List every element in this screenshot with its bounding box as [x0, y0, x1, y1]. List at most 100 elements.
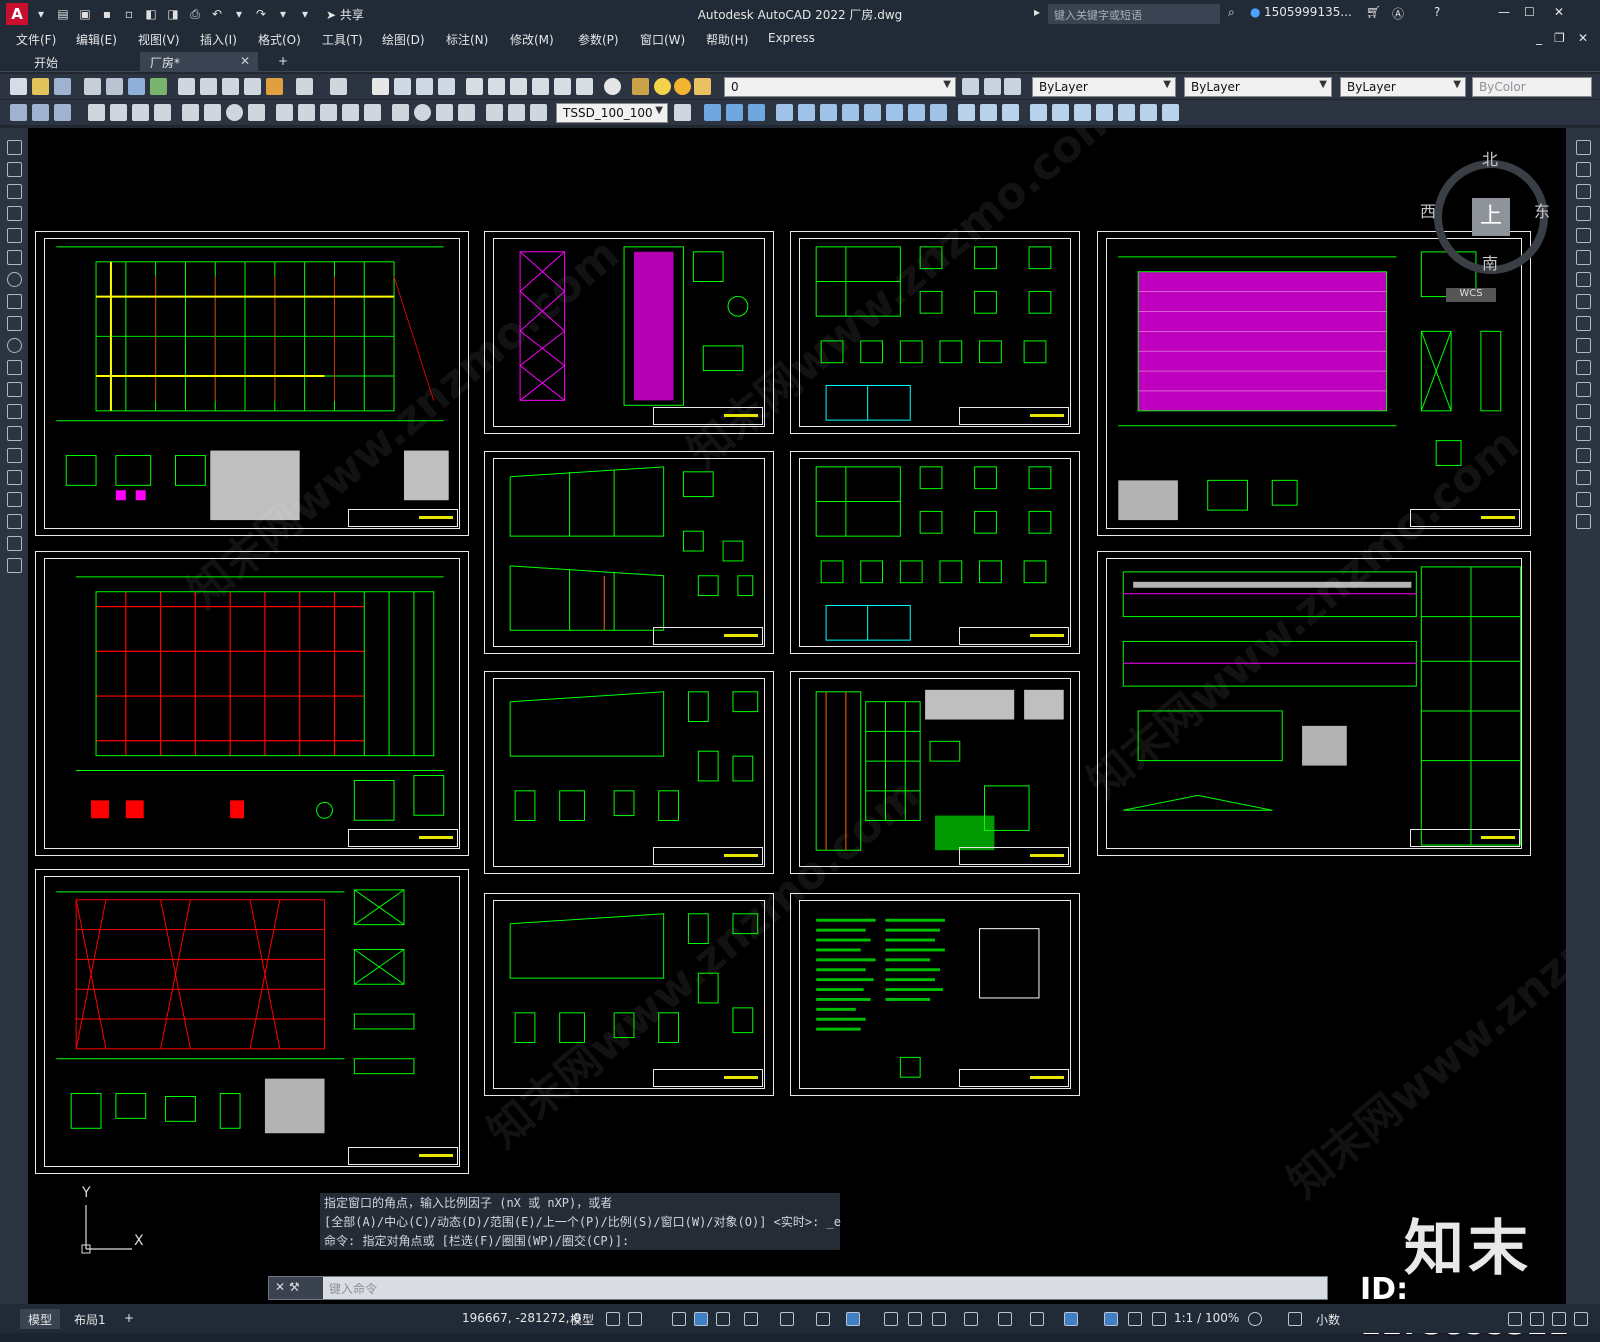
command-input[interactable]: 键入命令 — [329, 1280, 1229, 1297]
doc-close-icon[interactable]: ✕ — [1578, 31, 1588, 45]
chamfer-icon[interactable] — [1576, 448, 1591, 463]
lineweight-icon[interactable] — [846, 1312, 860, 1326]
copy-icon[interactable] — [200, 78, 217, 95]
annotative-icon[interactable] — [1152, 1312, 1166, 1326]
fillet-icon[interactable] — [1576, 470, 1591, 485]
move-icon[interactable] — [1576, 250, 1591, 265]
modeling-4-icon[interactable] — [776, 104, 793, 121]
help-icon[interactable] — [604, 78, 621, 95]
calculator-icon[interactable] — [576, 78, 593, 95]
trim-icon[interactable] — [1576, 338, 1591, 353]
drawing-sheet[interactable] — [484, 893, 774, 1096]
spline-icon[interactable] — [7, 316, 22, 331]
add-selected-icon[interactable] — [7, 558, 22, 573]
close-command-line-icon[interactable]: ✕ — [275, 1280, 285, 1294]
drawing-sheet[interactable] — [484, 231, 774, 434]
drawing-sheet[interactable] — [484, 451, 774, 654]
polyline-icon[interactable] — [7, 184, 22, 199]
compass-south[interactable]: 南 — [1482, 250, 1498, 274]
layer-lock-icon[interactable] — [694, 78, 711, 95]
menu-dimension[interactable]: 标注(N) — [446, 31, 488, 48]
copy-object-icon[interactable] — [1576, 162, 1591, 177]
point-icon[interactable] — [7, 426, 22, 441]
modeling-1-icon[interactable] — [704, 104, 721, 121]
doc-minimize-icon[interactable]: _ — [1536, 31, 1542, 45]
lineweight-dropdown[interactable]: ByLayer ▼ — [1340, 77, 1466, 97]
ordinate-dim-icon[interactable] — [154, 104, 171, 121]
dynamic-ucs-icon[interactable] — [964, 1312, 978, 1326]
drawing-sheet[interactable] — [790, 451, 1080, 654]
layer-states-icon[interactable] — [1004, 78, 1021, 95]
baseline-dim-icon[interactable] — [298, 104, 315, 121]
preview-icon[interactable] — [106, 78, 123, 95]
add-layout-button[interactable]: + — [116, 1309, 142, 1329]
polar-icon[interactable] — [716, 1312, 730, 1326]
ellipse-icon[interactable] — [7, 338, 22, 353]
center-mark-icon[interactable] — [414, 104, 431, 121]
viewcube-top-face[interactable]: 上 — [1472, 198, 1510, 236]
menu-help[interactable]: 帮助(H) — [706, 31, 748, 48]
workspace-gear-icon[interactable] — [1248, 1312, 1262, 1326]
mirror-icon[interactable] — [1576, 184, 1591, 199]
open-icon[interactable] — [32, 78, 49, 95]
zoom-realtime-icon[interactable] — [394, 78, 411, 95]
compass-west[interactable]: 西 — [1420, 198, 1436, 222]
customization-menu-icon[interactable] — [1574, 1312, 1588, 1326]
render-5-icon[interactable] — [1052, 104, 1069, 121]
revcloud-icon[interactable] — [7, 294, 22, 309]
drawing-sheet[interactable] — [790, 893, 1080, 1096]
units-readout[interactable]: 小数 — [1316, 1311, 1340, 1328]
dim-text-edit-icon[interactable] — [508, 104, 525, 121]
modeling-6-icon[interactable] — [820, 104, 837, 121]
block-editor-icon[interactable] — [266, 78, 283, 95]
menu-insert[interactable]: 插入(I) — [200, 31, 237, 48]
tab-start[interactable]: 开始 — [24, 52, 134, 72]
coordinates-readout[interactable]: 196667, -281272, 0 — [462, 1311, 581, 1325]
auto-scale-icon[interactable] — [1104, 1312, 1118, 1326]
color-dropdown[interactable]: ByLayer ▼ — [1032, 77, 1176, 97]
blend-icon[interactable] — [1576, 492, 1591, 507]
clean-screen-icon[interactable] — [1552, 1312, 1566, 1326]
construction-line-icon[interactable] — [7, 162, 22, 177]
plotstyle-dropdown[interactable]: ByColor — [1472, 77, 1592, 97]
matchprop-icon[interactable] — [244, 78, 261, 95]
3d-osnap-icon[interactable] — [932, 1312, 946, 1326]
tool-3-icon[interactable] — [54, 104, 71, 121]
erase-icon[interactable] — [1576, 140, 1591, 155]
render-2-icon[interactable] — [980, 104, 997, 121]
modeling-5-icon[interactable] — [798, 104, 815, 121]
dimstyle-dropdown[interactable]: TSSD_100_100 ▼ — [556, 103, 668, 123]
circle-icon[interactable] — [7, 272, 22, 287]
ellipse-arc-icon[interactable] — [7, 360, 22, 375]
drawing-sheet[interactable] — [1097, 551, 1531, 856]
cart-icon[interactable]: 🛒︎ — [1366, 5, 1381, 19]
modeling-11-icon[interactable] — [930, 104, 947, 121]
connect-icon[interactable]: Ⓐ — [1392, 5, 1404, 22]
3dprint-icon[interactable] — [150, 78, 167, 95]
zoom-window-icon[interactable] — [416, 78, 433, 95]
break-icon[interactable] — [1576, 404, 1591, 419]
isodraft-icon[interactable] — [744, 1312, 758, 1326]
sheetset-icon[interactable] — [532, 78, 549, 95]
compass-east[interactable]: 东 — [1534, 198, 1550, 222]
object-snap-tracking-icon[interactable] — [780, 1312, 794, 1326]
cut-icon[interactable] — [178, 78, 195, 95]
tolerance-icon[interactable] — [392, 104, 409, 121]
dim-update-icon[interactable] — [530, 104, 547, 121]
new-tab-button[interactable]: + — [268, 52, 298, 72]
explode-icon[interactable] — [1576, 514, 1591, 529]
lock-ui-icon[interactable] — [1530, 1312, 1544, 1326]
drawing-sheet[interactable] — [484, 671, 774, 874]
tool-palettes-icon[interactable] — [510, 78, 527, 95]
markup-icon[interactable] — [554, 78, 571, 95]
diameter-dim-icon[interactable] — [226, 104, 243, 121]
customize-icon[interactable]: ⚒ — [289, 1280, 300, 1294]
radius-dim-icon[interactable] — [182, 104, 199, 121]
annotation-scale-icon[interactable] — [1128, 1312, 1142, 1326]
rotate-icon[interactable] — [1576, 272, 1591, 287]
gradient-icon[interactable] — [7, 470, 22, 485]
maximize-icon[interactable]: ☐ — [1524, 5, 1535, 19]
wcs-menu[interactable]: WCS — [1446, 288, 1496, 302]
object-snap-icon[interactable] — [816, 1312, 830, 1326]
help-icon[interactable]: ? — [1434, 5, 1440, 19]
